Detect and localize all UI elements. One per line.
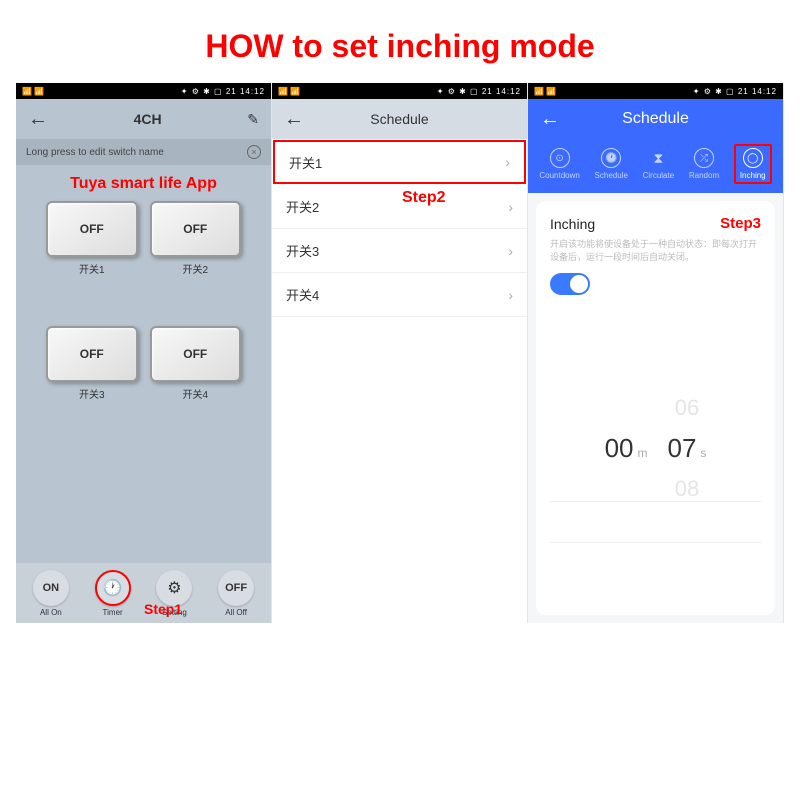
status-left: 📶 📶 [22, 87, 44, 96]
switch-2-label: 开关2 [150, 257, 242, 276]
phone-1: 📶 📶 ✦ ⚙ ✱ ▢ 21 14:12 ← 4CH ✎ Long press … [16, 83, 272, 623]
seconds-value: 07 [668, 433, 697, 464]
tabs: ⊙ Countdown 🕐 Schedule ⧗ Circulate ⤮ Ran… [528, 139, 783, 193]
countdown-icon: ⊙ [550, 148, 570, 168]
status-left: 📶 📶 [534, 87, 556, 96]
switch-3-label: 开关3 [46, 382, 138, 401]
clock-icon: 🕐 [95, 570, 131, 606]
random-icon: ⤮ [694, 148, 714, 168]
list-item-3[interactable]: 开关3› [272, 229, 527, 273]
app-header: ← 4CH ✎ [16, 99, 271, 139]
back-icon[interactable]: ← [28, 108, 48, 131]
status-bar: 📶 📶 ✦ ⚙ ✱ ▢ 21 14:12 [272, 83, 527, 99]
switch-1-button[interactable]: OFF [46, 201, 138, 257]
step3-annotation: Step3 [720, 215, 761, 232]
step2-annotation: Step2 [402, 189, 446, 207]
switch-3-button[interactable]: OFF [46, 326, 138, 382]
switch-4-label: 开关4 [150, 382, 242, 401]
tab-random[interactable]: ⤮ Random [689, 148, 719, 180]
close-icon[interactable]: × [247, 145, 261, 159]
tab-schedule[interactable]: 🕐 Schedule [595, 148, 628, 180]
all-off-button[interactable]: OFF All Off [218, 570, 254, 617]
card-description: 开启该功能将使设备处于一种自动状态：即每次打开设备后，运行一段时间后自动关闭。 [550, 238, 761, 263]
list-item-4[interactable]: 开关4› [272, 273, 527, 317]
tab-inching[interactable]: ◯ Inching [734, 144, 772, 184]
time-picker[interactable]: 00 m 06 07 s 08 [550, 395, 761, 502]
chevron-right-icon: › [508, 199, 513, 215]
tab-circulate[interactable]: ⧗ Circulate [643, 148, 675, 180]
inching-toggle[interactable] [550, 273, 590, 295]
hourglass-icon: ⧗ [648, 148, 668, 168]
inching-card: Inching Step3 开启该功能将使设备处于一种自动状态：即每次打开设备后… [536, 201, 775, 615]
hint-bar: Long press to edit switch name × [16, 139, 271, 165]
sec-below: 08 [675, 476, 699, 502]
step1-annotation: Step1 [144, 601, 182, 617]
tab-countdown[interactable]: ⊙ Countdown [539, 148, 579, 180]
back-icon[interactable]: ← [540, 108, 560, 131]
list-item-1[interactable]: 开关1› [273, 140, 526, 184]
app-header: ← Schedule [528, 99, 783, 139]
inching-icon: ◯ [743, 148, 763, 168]
card-title: Inching [550, 216, 595, 232]
status-left: 📶 📶 [278, 87, 300, 96]
header-title: Schedule [622, 110, 689, 128]
minutes-unit: m [638, 446, 648, 460]
edit-icon[interactable]: ✎ [247, 111, 259, 128]
app-header: ← Schedule [272, 99, 527, 139]
chevron-right-icon: › [505, 154, 510, 170]
minutes-value: 00 [605, 433, 634, 464]
seconds-unit: s [700, 446, 706, 460]
sec-above: 06 [675, 395, 699, 421]
switch-4-button[interactable]: OFF [150, 326, 242, 382]
phone-2: 📶 📶 ✦ ⚙ ✱ ▢ 21 14:12 ← Schedule 开关1› 开关2… [272, 83, 528, 623]
app-label: Tuya smart life App [16, 165, 271, 201]
status-right: ✦ ⚙ ✱ ▢ 21 14:12 [181, 87, 265, 96]
all-on-button[interactable]: ON All On [33, 570, 69, 617]
header-title: Schedule [370, 111, 428, 127]
phone-3: 📶 📶 ✦ ⚙ ✱ ▢ 21 14:12 ← Schedule ⊙ Countd… [528, 83, 784, 623]
switch-2-button[interactable]: OFF [150, 201, 242, 257]
clock-icon: 🕐 [601, 148, 621, 168]
status-right: ✦ ⚙ ✱ ▢ 21 14:12 [437, 87, 521, 96]
chevron-right-icon: › [508, 243, 513, 259]
switch-1-label: 开关1 [46, 257, 138, 276]
list-item-2[interactable]: 开关2› [272, 185, 527, 229]
status-bar: 📶 📶 ✦ ⚙ ✱ ▢ 21 14:12 [528, 83, 783, 99]
timer-button[interactable]: 🕐 Timer [95, 570, 131, 617]
status-right: ✦ ⚙ ✱ ▢ 21 14:12 [693, 87, 777, 96]
hint-text: Long press to edit switch name [26, 147, 164, 158]
page-title: HOW to set inching mode [0, 0, 800, 83]
chevron-right-icon: › [508, 287, 513, 303]
back-icon[interactable]: ← [284, 108, 304, 131]
status-bar: 📶 📶 ✦ ⚙ ✱ ▢ 21 14:12 [16, 83, 271, 99]
header-title: 4CH [134, 111, 162, 127]
